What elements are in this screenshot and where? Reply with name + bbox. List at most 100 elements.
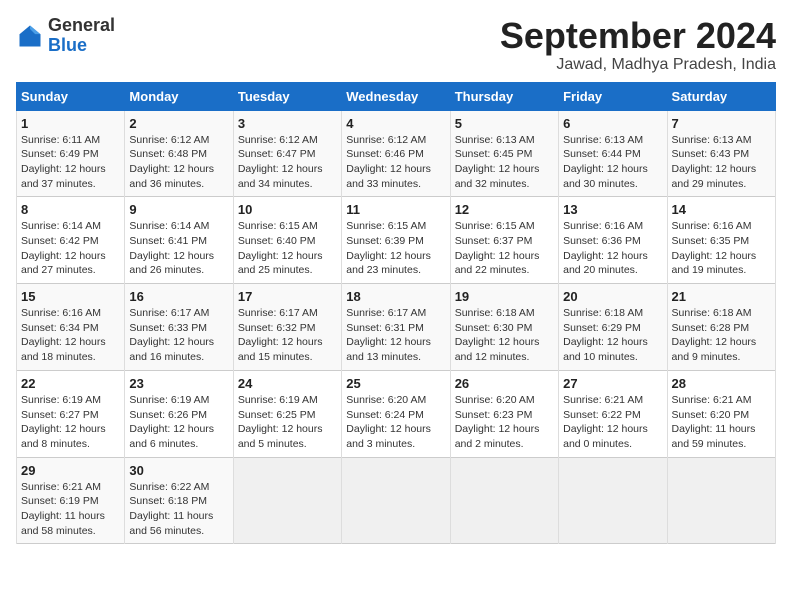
week-row-4: 22Sunrise: 6:19 AMSunset: 6:27 PMDayligh… xyxy=(17,370,776,457)
day-detail: Sunrise: 6:13 AMSunset: 6:44 PMDaylight:… xyxy=(563,133,662,192)
day-number: 1 xyxy=(21,116,120,131)
day-cell: 1 Sunrise: 6:11 AMSunset: 6:49 PMDaylight… xyxy=(17,110,125,197)
day-detail: Sunrise: 6:21 AMSunset: 6:22 PMDaylight:… xyxy=(563,393,662,452)
day-cell: 12Sunrise: 6:15 AMSunset: 6:37 PMDayligh… xyxy=(450,197,558,284)
weekday-header-monday: Monday xyxy=(125,82,233,110)
day-detail: Sunrise: 6:20 AMSunset: 6:24 PMDaylight:… xyxy=(346,393,445,452)
day-number: 14 xyxy=(672,202,771,217)
day-cell: 18 Sunrise: 6:17 AMSunset: 6:31 PMDayligh… xyxy=(342,284,450,371)
day-number: 16 xyxy=(129,289,228,304)
day-cell xyxy=(450,457,558,544)
day-number: 22 xyxy=(21,376,120,391)
day-cell: 11 Sunrise: 6:15 AMSunset: 6:39 PMDayligh… xyxy=(342,197,450,284)
day-cell: 7 Sunrise: 6:13 AMSunset: 6:43 PMDaylight… xyxy=(667,110,775,197)
day-number: 26 xyxy=(455,376,554,391)
day-number: 28 xyxy=(672,376,771,391)
weekday-header-tuesday: Tuesday xyxy=(233,82,341,110)
day-number: 12 xyxy=(455,202,554,217)
day-detail: Sunrise: 6:17 AMSunset: 6:31 PMDaylight:… xyxy=(346,306,445,365)
day-cell: 28 Sunrise: 6:21 AMSunset: 6:20 PMDayligh… xyxy=(667,370,775,457)
day-number: 20 xyxy=(563,289,662,304)
day-number: 15 xyxy=(21,289,120,304)
day-detail: Sunrise: 6:19 AMSunset: 6:26 PMDaylight:… xyxy=(129,393,228,452)
day-number: 4 xyxy=(346,116,445,131)
weekday-header-row: SundayMondayTuesdayWednesdayThursdayFrid… xyxy=(17,82,776,110)
day-detail: Sunrise: 6:16 AMSunset: 6:34 PMDaylight:… xyxy=(21,306,120,365)
weekday-header-friday: Friday xyxy=(559,82,667,110)
title-area: September 2024 Jawad, Madhya Pradesh, In… xyxy=(500,16,776,74)
day-cell xyxy=(559,457,667,544)
day-detail: Sunrise: 6:12 AMSunset: 6:47 PMDaylight:… xyxy=(238,133,337,192)
day-number: 27 xyxy=(563,376,662,391)
day-detail: Sunrise: 6:21 AMSunset: 6:20 PMDaylight:… xyxy=(672,393,771,452)
day-number: 9 xyxy=(129,202,228,217)
day-cell: 9 Sunrise: 6:14 AMSunset: 6:41 PMDaylight… xyxy=(125,197,233,284)
weekday-header-thursday: Thursday xyxy=(450,82,558,110)
weekday-header-wednesday: Wednesday xyxy=(342,82,450,110)
day-cell: 10Sunrise: 6:15 AMSunset: 6:40 PMDayligh… xyxy=(233,197,341,284)
day-detail: Sunrise: 6:18 AMSunset: 6:28 PMDaylight:… xyxy=(672,306,771,365)
day-detail: Sunrise: 6:11 AMSunset: 6:49 PMDaylight:… xyxy=(21,133,120,192)
day-detail: Sunrise: 6:14 AMSunset: 6:41 PMDaylight:… xyxy=(129,219,228,278)
day-cell: 20 Sunrise: 6:18 AMSunset: 6:29 PMDayligh… xyxy=(559,284,667,371)
day-detail: Sunrise: 6:16 AMSunset: 6:35 PMDaylight:… xyxy=(672,219,771,278)
day-cell: 4Sunrise: 6:12 AMSunset: 6:46 PMDaylight… xyxy=(342,110,450,197)
day-number: 24 xyxy=(238,376,337,391)
logo-general: General xyxy=(48,15,115,35)
day-detail: Sunrise: 6:17 AMSunset: 6:32 PMDaylight:… xyxy=(238,306,337,365)
day-number: 17 xyxy=(238,289,337,304)
day-cell: 8 Sunrise: 6:14 AMSunset: 6:42 PMDaylight… xyxy=(17,197,125,284)
weekday-header-saturday: Saturday xyxy=(667,82,775,110)
day-cell: 30 Sunrise: 6:22 AMSunset: 6:18 PMDayligh… xyxy=(125,457,233,544)
day-cell: 27 Sunrise: 6:21 AMSunset: 6:22 PMDayligh… xyxy=(559,370,667,457)
week-row-5: 29Sunrise: 6:21 AMSunset: 6:19 PMDayligh… xyxy=(17,457,776,544)
day-cell: 29Sunrise: 6:21 AMSunset: 6:19 PMDayligh… xyxy=(17,457,125,544)
day-cell: 17 Sunrise: 6:17 AMSunset: 6:32 PMDayligh… xyxy=(233,284,341,371)
day-detail: Sunrise: 6:15 AMSunset: 6:39 PMDaylight:… xyxy=(346,219,445,278)
day-cell: 24 Sunrise: 6:19 AMSunset: 6:25 PMDayligh… xyxy=(233,370,341,457)
day-detail: Sunrise: 6:20 AMSunset: 6:23 PMDaylight:… xyxy=(455,393,554,452)
day-number: 8 xyxy=(21,202,120,217)
day-cell xyxy=(667,457,775,544)
day-cell: 3 Sunrise: 6:12 AMSunset: 6:47 PMDaylight… xyxy=(233,110,341,197)
day-cell: 25 Sunrise: 6:20 AMSunset: 6:24 PMDayligh… xyxy=(342,370,450,457)
day-cell: 2Sunrise: 6:12 AMSunset: 6:48 PMDaylight… xyxy=(125,110,233,197)
day-number: 11 xyxy=(346,202,445,217)
day-number: 7 xyxy=(672,116,771,131)
day-number: 30 xyxy=(129,463,228,478)
day-cell: 15 Sunrise: 6:16 AMSunset: 6:34 PMDayligh… xyxy=(17,284,125,371)
month-title: September 2024 xyxy=(500,16,776,56)
weekday-header-sunday: Sunday xyxy=(17,82,125,110)
day-cell: 6Sunrise: 6:13 AMSunset: 6:44 PMDaylight… xyxy=(559,110,667,197)
day-detail: Sunrise: 6:14 AMSunset: 6:42 PMDaylight:… xyxy=(21,219,120,278)
day-cell: 22Sunrise: 6:19 AMSunset: 6:27 PMDayligh… xyxy=(17,370,125,457)
day-cell: 26 Sunrise: 6:20 AMSunset: 6:23 PMDayligh… xyxy=(450,370,558,457)
location-title: Jawad, Madhya Pradesh, India xyxy=(500,56,776,74)
calendar-table: SundayMondayTuesdayWednesdayThursdayFrid… xyxy=(16,82,776,545)
day-detail: Sunrise: 6:22 AMSunset: 6:18 PMDaylight:… xyxy=(129,480,228,539)
day-detail: Sunrise: 6:12 AMSunset: 6:48 PMDaylight:… xyxy=(129,133,228,192)
day-cell xyxy=(342,457,450,544)
day-detail: Sunrise: 6:19 AMSunset: 6:25 PMDaylight:… xyxy=(238,393,337,452)
logo: General Blue xyxy=(16,16,115,56)
day-number: 5 xyxy=(455,116,554,131)
week-row-3: 15 Sunrise: 6:16 AMSunset: 6:34 PMDayligh… xyxy=(17,284,776,371)
day-detail: Sunrise: 6:18 AMSunset: 6:29 PMDaylight:… xyxy=(563,306,662,365)
day-detail: Sunrise: 6:13 AMSunset: 6:43 PMDaylight:… xyxy=(672,133,771,192)
day-cell: 21 Sunrise: 6:18 AMSunset: 6:28 PMDayligh… xyxy=(667,284,775,371)
day-number: 29 xyxy=(21,463,120,478)
logo-blue: Blue xyxy=(48,35,87,55)
day-number: 25 xyxy=(346,376,445,391)
week-row-2: 8 Sunrise: 6:14 AMSunset: 6:42 PMDaylight… xyxy=(17,197,776,284)
day-detail: Sunrise: 6:15 AMSunset: 6:40 PMDaylight:… xyxy=(238,219,337,278)
day-cell: 13Sunrise: 6:16 AMSunset: 6:36 PMDayligh… xyxy=(559,197,667,284)
day-number: 18 xyxy=(346,289,445,304)
day-number: 19 xyxy=(455,289,554,304)
day-detail: Sunrise: 6:13 AMSunset: 6:45 PMDaylight:… xyxy=(455,133,554,192)
day-number: 21 xyxy=(672,289,771,304)
day-number: 23 xyxy=(129,376,228,391)
logo-text: General Blue xyxy=(48,16,115,56)
day-detail: Sunrise: 6:16 AMSunset: 6:36 PMDaylight:… xyxy=(563,219,662,278)
day-number: 3 xyxy=(238,116,337,131)
day-cell: 19Sunrise: 6:18 AMSunset: 6:30 PMDayligh… xyxy=(450,284,558,371)
